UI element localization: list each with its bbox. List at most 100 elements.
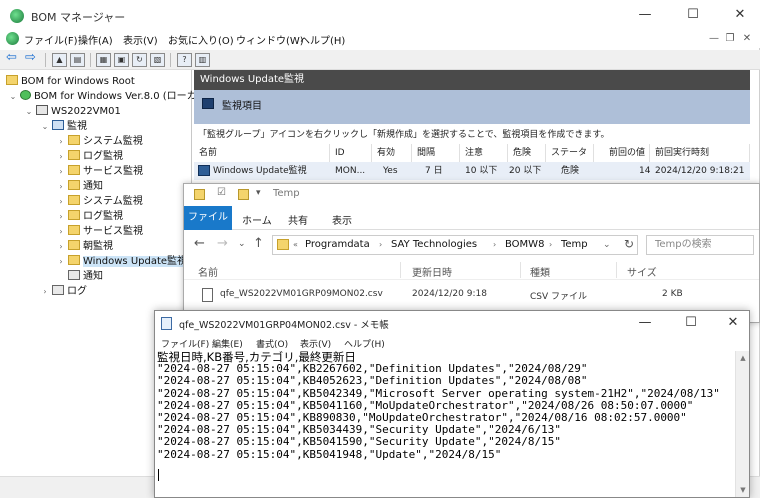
minimize-button[interactable]: — [630,313,660,333]
column-header[interactable]: 前回実行時刻 [650,144,750,162]
tab-home[interactable]: ホーム [242,212,272,227]
scroll-up-icon[interactable]: ▲ [736,351,750,365]
tree-item-windows-update[interactable]: › Windows Update監視 [56,254,188,269]
file-list-item[interactable]: qfe_WS2022VM01GRP09MON02.csv 2024/12/20 … [184,284,759,306]
tree-item-child[interactable]: › ログ監視 [56,149,123,164]
menu-file[interactable]: ファイル(F) [161,337,209,350]
tab-share[interactable]: 共有 [288,212,308,227]
mdi-minimize-button[interactable]: — [706,31,722,46]
column-divider[interactable] [616,262,617,278]
tree-item-server[interactable]: ⌄ WS2022VM01 [24,104,121,119]
refresh-icon[interactable]: ↻ [132,53,147,67]
chevron-right-icon[interactable]: › [379,236,382,254]
column-header[interactable]: 間隔 [412,144,460,162]
chevron-right-icon[interactable]: › [56,134,66,149]
help-icon[interactable]: ? [177,53,192,67]
chevron-right-icon[interactable]: › [56,149,66,164]
view-icon[interactable]: ▧ [150,53,165,67]
column-divider[interactable] [520,262,521,278]
tree-item-child[interactable]: › システム監視 [56,194,143,209]
vertical-scrollbar[interactable]: ▲ ▼ [735,351,749,497]
export-icon[interactable]: ▣ [114,53,129,67]
tab-view[interactable]: 表示 [332,212,352,227]
column-header[interactable]: 有効 [372,144,412,162]
breadcrumb-segment[interactable]: Programdata [305,236,370,254]
properties-check-icon[interactable]: ☑ [217,187,226,198]
forward-icon[interactable]: ⇨ [25,50,36,65]
breadcrumb-segment[interactable]: Temp [561,236,588,254]
properties-icon[interactable]: ▦ [96,53,111,67]
minimize-button[interactable]: — [630,4,660,26]
chevron-right-icon[interactable]: › [56,209,66,224]
column-header[interactable]: ステータス [546,144,594,176]
up-folder-icon[interactable]: ▲ [52,53,67,67]
maximize-button[interactable]: ☐ [676,313,706,333]
back-icon[interactable]: ← [194,236,205,251]
refresh-icon[interactable]: ↻ [624,237,634,251]
tree-item-child[interactable]: › ログ監視 [56,209,123,224]
menu-file[interactable]: ファイル(F) [24,32,78,47]
recent-locations-icon[interactable]: ⌄ [238,239,246,249]
menu-help[interactable]: ヘルプ(H) [344,337,385,350]
column-header-name[interactable]: 名前 [198,264,218,279]
search-input[interactable]: Tempの検索 [646,235,754,255]
document-icon[interactable] [6,32,19,45]
column-header[interactable]: 危険 [508,144,546,162]
chevron-down-icon[interactable]: ⌄ [603,236,611,254]
console-icon[interactable]: ▥ [195,53,210,67]
column-header[interactable]: 注意 [460,144,508,162]
menu-window[interactable]: ウィンドウ(W) [236,32,304,47]
tree-item-instance[interactable]: ⌄ BOM for Windows Ver.8.0 (ローカル) [8,89,211,104]
show-tree-icon[interactable]: ▤ [70,53,85,67]
chevron-down-icon[interactable]: ⌄ [8,89,18,104]
mdi-close-button[interactable]: ✕ [739,31,755,46]
new-folder-icon[interactable] [238,189,249,200]
column-header-size[interactable]: サイズ [627,264,657,279]
chevron-right-icon[interactable]: › [493,236,496,254]
mdi-restore-button[interactable]: ❐ [722,31,738,46]
forward-icon[interactable]: → [217,236,228,251]
menu-view[interactable]: 表示(V) [300,337,331,350]
tab-file[interactable]: ファイル [184,206,232,230]
column-divider[interactable] [400,262,401,278]
tree-item-monitor[interactable]: ⌄ 監視 [40,119,87,134]
chevron-right-icon[interactable]: › [56,194,66,209]
chevron-right-icon[interactable]: › [56,224,66,239]
chevron-right-icon[interactable]: › [56,254,66,269]
chevron-down-icon[interactable]: ⌄ [24,104,34,119]
menu-help[interactable]: ヘルプ(H) [300,32,345,47]
column-header[interactable]: 名前 [194,144,330,162]
close-button[interactable]: ✕ [725,4,755,26]
menu-favorites[interactable]: お気に入り(O) [168,32,234,47]
tree-item-log[interactable]: › ログ [40,284,87,299]
menu-view[interactable]: 表示(V) [123,32,158,47]
breadcrumb-segment[interactable]: SAY Technologies [391,236,477,254]
tree-item-notify[interactable]: 通知 [56,269,103,284]
up-icon[interactable]: ↑ [253,236,264,251]
tree-item-child[interactable]: › サービス監視 [56,164,143,179]
chevron-down-icon[interactable]: ⌄ [40,119,50,134]
menu-edit[interactable]: 編集(E) [212,337,243,350]
chevron-right-icon[interactable]: › [40,284,50,299]
tree-item-child[interactable]: › サービス監視 [56,224,143,239]
breadcrumb-segment[interactable]: BOMW8 [505,236,544,254]
column-header-modified[interactable]: 更新日時 [412,264,452,279]
quick-access-dropdown-icon[interactable]: ▾ [256,188,261,198]
chevron-right-icon[interactable]: › [549,236,552,254]
menu-action[interactable]: 操作(A) [78,32,113,47]
column-header[interactable]: 前回の値 [594,144,650,162]
chevron-right-icon[interactable]: › [56,239,66,254]
chevron-right-icon[interactable]: › [56,179,66,194]
close-button[interactable]: ✕ [718,313,748,333]
tree-item-root[interactable]: BOM for Windows Root [4,74,135,89]
address-bar[interactable]: « Programdata › SAY Technologies › BOMW8… [272,235,638,255]
back-icon[interactable]: ⇦ [6,50,17,65]
tree-item-child[interactable]: › システム監視 [56,134,143,149]
tree-item-child[interactable]: › 通知 [56,179,103,194]
notepad-text-area[interactable]: 監視日時,KB番号,カテゴリ,最終更新日 "2024-08-27 05:15:04… [157,351,731,497]
tree-item-child[interactable]: › 朝監視 [56,239,113,254]
menu-format[interactable]: 書式(O) [256,337,288,350]
column-header-type[interactable]: 種類 [530,264,550,279]
column-header[interactable]: ID [330,144,372,162]
scroll-down-icon[interactable]: ▼ [736,483,750,497]
